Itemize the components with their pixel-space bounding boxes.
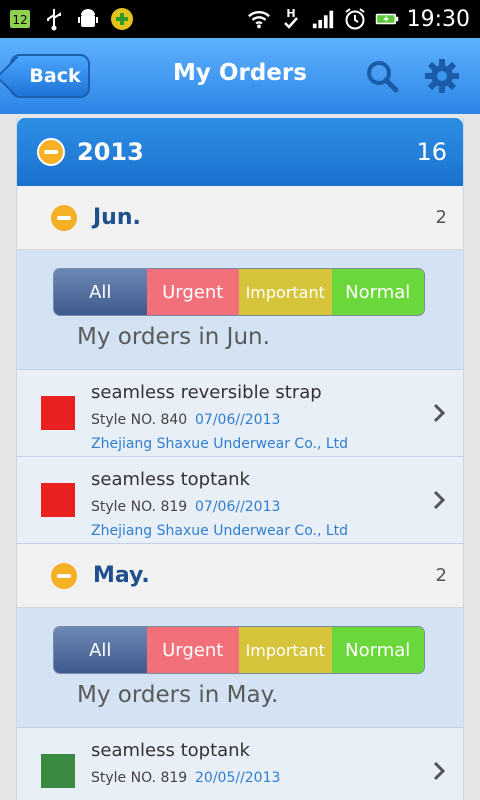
order-item[interactable]: seamless toptank Style NO. 819 20/05//20… bbox=[17, 728, 463, 800]
year-order-count: 16 bbox=[416, 138, 447, 166]
filter-tab-important[interactable]: Important bbox=[239, 627, 332, 673]
plus-badge-icon bbox=[110, 7, 134, 31]
app-header: Back My Orders bbox=[0, 38, 480, 114]
battery-charging-icon bbox=[375, 7, 399, 31]
filter-tab-urgent[interactable]: Urgent bbox=[146, 627, 239, 673]
usb-icon bbox=[42, 7, 66, 31]
chevron-right-icon bbox=[429, 487, 449, 513]
collapse-year-icon[interactable] bbox=[37, 138, 65, 166]
orders-list: 2013 16 Jun. 2 All Urgent Important Norm… bbox=[16, 118, 464, 800]
order-company: Zhejiang Shaxue Underwear Co., Ltd bbox=[91, 523, 349, 539]
collapse-month-icon[interactable] bbox=[51, 562, 77, 589]
section-title: My orders in Jun. bbox=[77, 324, 270, 350]
filter-tab-all[interactable]: All bbox=[54, 269, 147, 315]
priority-color-swatch bbox=[41, 754, 75, 788]
filter-tab-important[interactable]: Important bbox=[239, 269, 332, 315]
filter-tab-urgent[interactable]: Urgent bbox=[146, 269, 239, 315]
chevron-right-icon bbox=[429, 400, 449, 426]
status-left-icons: 12 bbox=[0, 7, 134, 31]
order-item[interactable]: seamless toptank Style NO. 819 07/06//20… bbox=[17, 457, 463, 544]
month-label: Jun. bbox=[93, 205, 141, 230]
order-date: 07/06//2013 bbox=[195, 412, 281, 428]
year-label: 2013 bbox=[77, 138, 144, 166]
filter-tab-all[interactable]: All bbox=[54, 627, 147, 673]
hsdpa-icon: H bbox=[279, 7, 303, 31]
page-title: My Orders bbox=[173, 60, 307, 86]
month-order-count: 2 bbox=[435, 207, 447, 228]
svg-text:H: H bbox=[286, 7, 295, 20]
order-style-number: Style NO. 840 bbox=[91, 412, 188, 428]
year-group-header[interactable]: 2013 16 bbox=[17, 118, 463, 186]
order-name: seamless reversible strap bbox=[91, 382, 322, 403]
filter-tab-normal[interactable]: Normal bbox=[331, 269, 424, 315]
sim-12-icon: 12 bbox=[8, 7, 32, 31]
month-header-may[interactable]: May. 2 bbox=[17, 544, 463, 608]
status-bar: 12 H 19:30 bbox=[0, 0, 480, 38]
chevron-right-icon bbox=[429, 758, 449, 784]
wifi-icon bbox=[247, 7, 271, 31]
order-name: seamless toptank bbox=[91, 469, 250, 490]
order-style-number: Style NO. 819 bbox=[91, 770, 188, 786]
signal-icon bbox=[311, 7, 335, 31]
order-item[interactable]: seamless reversible strap Style NO. 840 … bbox=[17, 370, 463, 457]
order-company: Zhejiang Shaxue Underwear Co., Ltd bbox=[91, 436, 349, 452]
status-time: 19:30 bbox=[406, 6, 470, 32]
priority-filter-tabs: All Urgent Important Normal bbox=[53, 626, 425, 674]
order-date: 07/06//2013 bbox=[195, 499, 281, 515]
month-order-count: 2 bbox=[435, 565, 447, 586]
order-date: 20/05//2013 bbox=[195, 770, 281, 786]
alarm-icon bbox=[343, 7, 367, 31]
filter-section-jun: All Urgent Important Normal My orders in… bbox=[17, 250, 463, 370]
collapse-month-icon[interactable] bbox=[51, 204, 77, 231]
priority-color-swatch bbox=[41, 483, 75, 517]
month-label: May. bbox=[93, 563, 150, 588]
month-header-jun[interactable]: Jun. 2 bbox=[17, 186, 463, 250]
order-name: seamless toptank bbox=[91, 740, 250, 761]
filter-tab-normal[interactable]: Normal bbox=[331, 627, 424, 673]
filter-section-may: All Urgent Important Normal My orders in… bbox=[17, 608, 463, 728]
svg-text:12: 12 bbox=[12, 13, 27, 27]
status-right-icons: H 19:30 bbox=[247, 7, 480, 32]
android-debug-icon bbox=[76, 7, 100, 31]
priority-color-swatch bbox=[41, 396, 75, 430]
order-style-number: Style NO. 819 bbox=[91, 499, 188, 515]
priority-filter-tabs: All Urgent Important Normal bbox=[53, 268, 425, 316]
gear-icon[interactable] bbox=[424, 58, 460, 94]
section-title: My orders in May. bbox=[77, 682, 279, 708]
search-icon[interactable] bbox=[364, 58, 400, 94]
